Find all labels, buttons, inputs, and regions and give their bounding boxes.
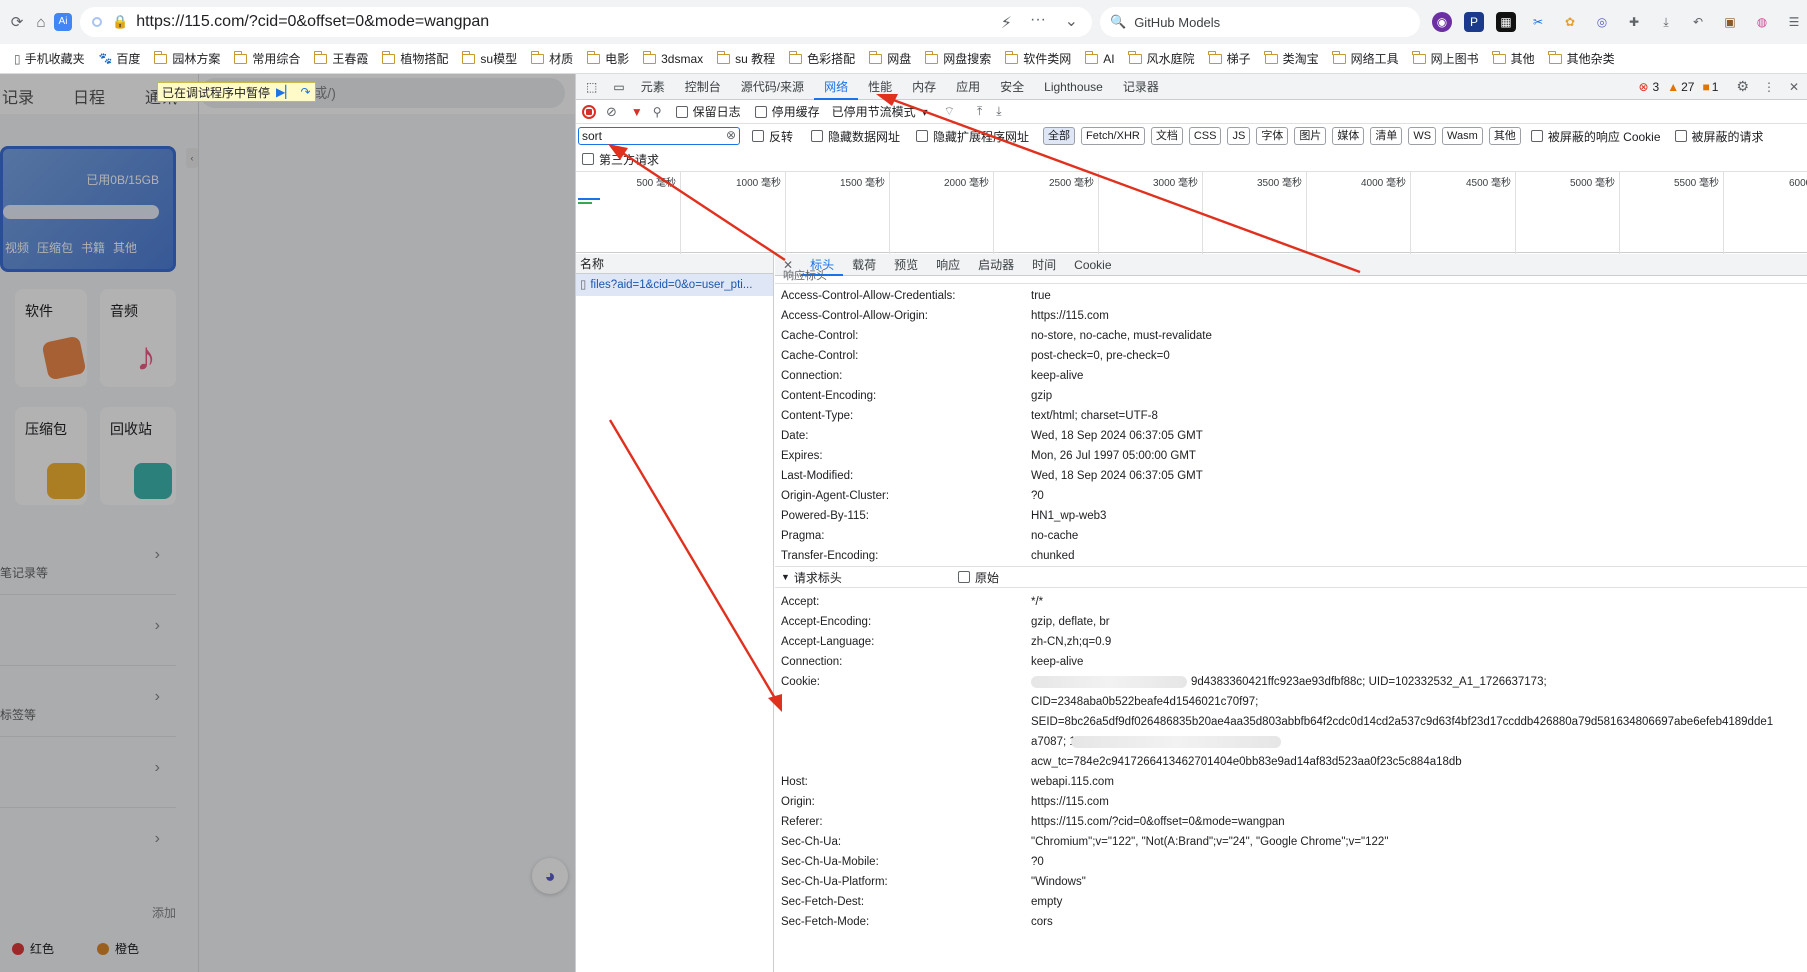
annotation-arrows [608,94,1361,712]
paused-banner-top: 已在调试程序中暂停 ▶▏ ↷ [157,82,316,102]
arrowhead [768,694,782,712]
arrowhead [876,94,898,106]
paused-text: 已在调试程序中暂停 [162,85,271,100]
step-over-icon[interactable]: ↷ [300,85,310,99]
arrow-to-filter [617,148,786,262]
arrow-to-cookie [608,419,778,701]
resume-icon[interactable]: ▶▏ [276,85,294,99]
arrowhead [608,144,628,160]
arrow-to-network-tab [887,96,1361,274]
